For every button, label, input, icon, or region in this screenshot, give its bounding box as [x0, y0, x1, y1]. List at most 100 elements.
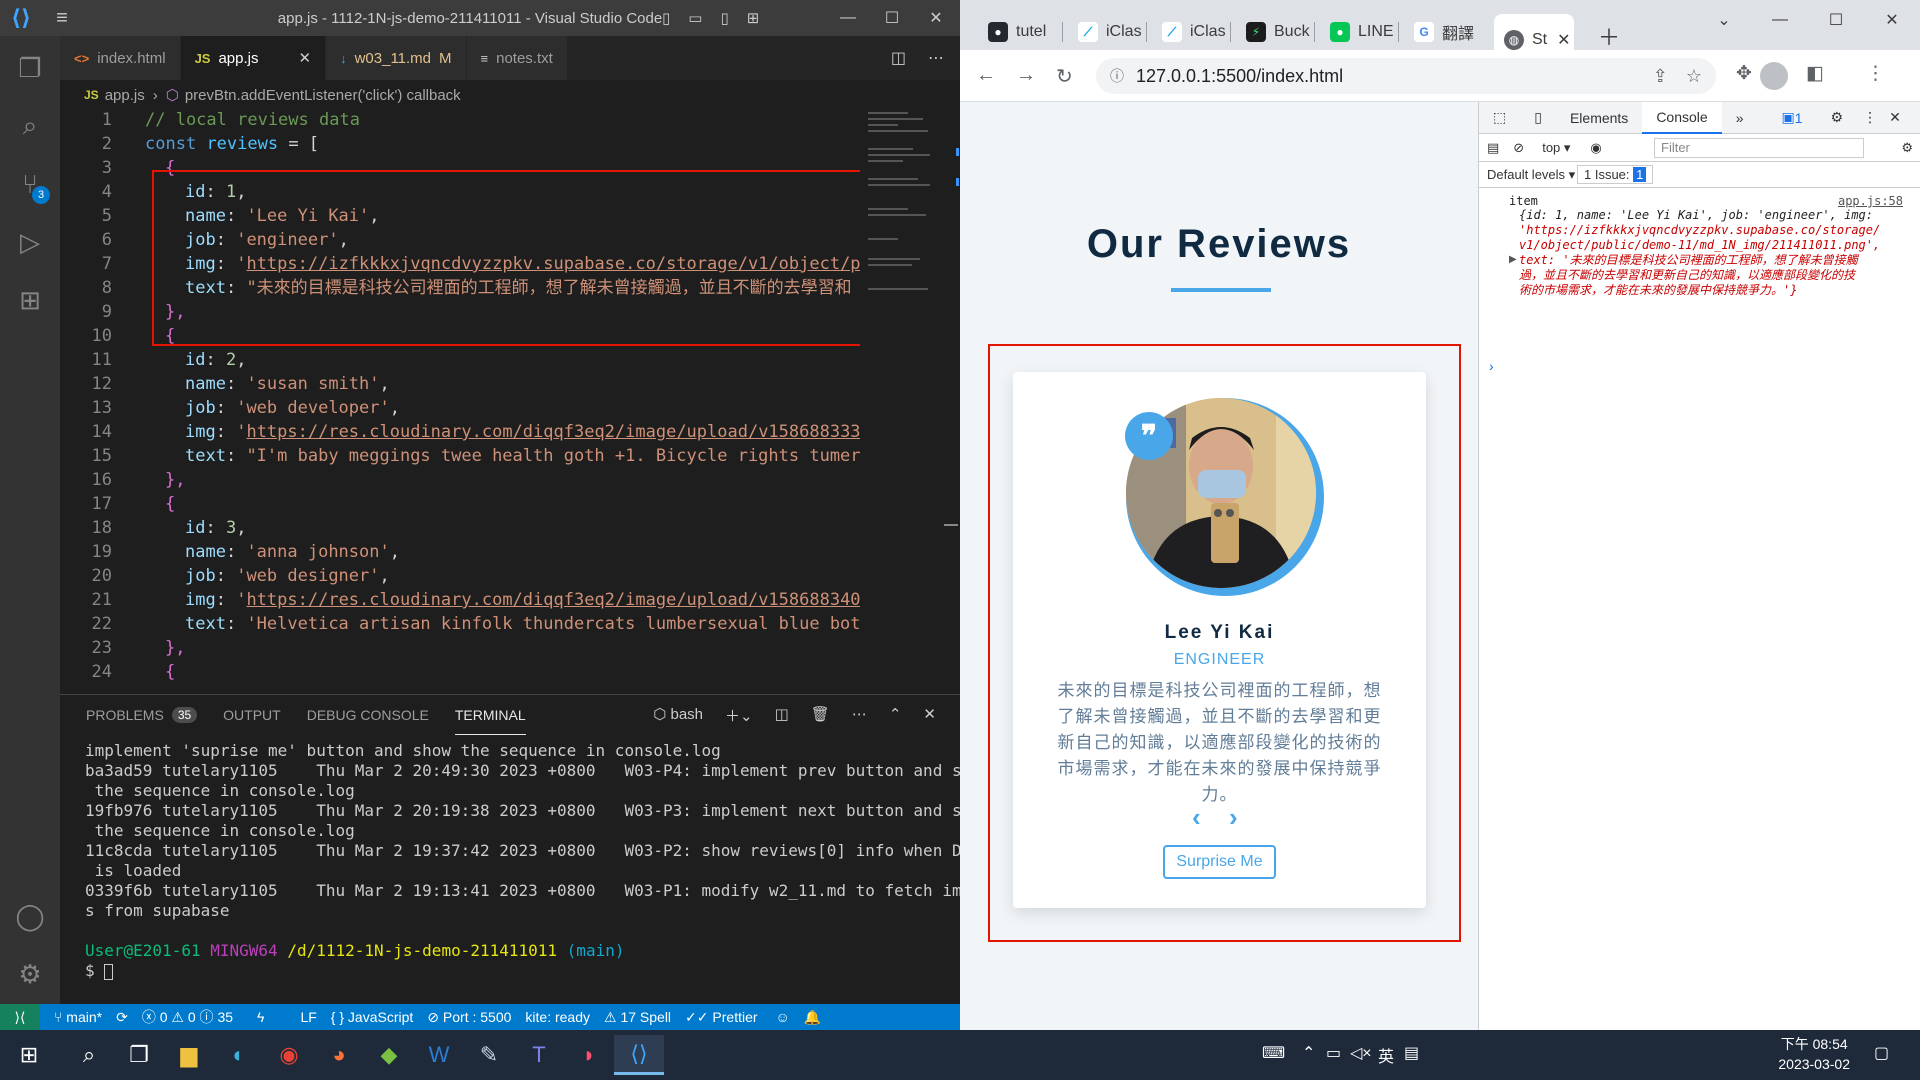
reload-icon[interactable]: ↻	[1056, 64, 1073, 89]
next-button[interactable]: ›	[1229, 802, 1238, 833]
tab-elements[interactable]: Elements	[1556, 102, 1642, 134]
toggle-panel-icon[interactable]: ▭	[688, 9, 702, 27]
settings-gear-icon[interactable]: ⚙	[0, 946, 60, 1002]
kite-status[interactable]: kite: ready	[525, 1009, 590, 1025]
url-link[interactable]: https://res.cloudinary.com/diqqf3eq2/ima…	[246, 590, 860, 610]
volume-icon[interactable]: ◁×	[1350, 1043, 1372, 1063]
tab-problems[interactable]: PROBLEMS 35	[86, 695, 198, 735]
breadcrumb-symbol[interactable]: prevBtn.addEventListener('click') callba…	[185, 87, 461, 104]
devtools-menu-icon[interactable]: ⋮	[1857, 102, 1883, 134]
browser-tab[interactable]: ⟋ iClas	[1068, 14, 1142, 50]
browser-tab[interactable]: ● tutel	[978, 14, 1046, 50]
lightning-icon[interactable]: ϟ	[257, 1009, 264, 1025]
maximize-icon[interactable]: ☐	[868, 0, 916, 36]
menu-kebab-icon[interactable]: ⋮	[1866, 62, 1885, 85]
live-server-status[interactable]: ⊘ Port : 5500	[427, 1009, 511, 1026]
task-view-icon[interactable]: ❐	[114, 1035, 164, 1075]
tab-search-icon[interactable]: ⌄	[1696, 0, 1752, 40]
paint-icon[interactable]: ✎	[464, 1035, 514, 1075]
language-status[interactable]: { } JavaScript	[331, 1009, 414, 1025]
sync-icon[interactable]: ⟳	[116, 1009, 128, 1026]
problems-status[interactable]: ⓧ 0 ⚠ 0 ⓘ 35	[142, 1007, 233, 1027]
start-windows-icon[interactable]: ⊞	[4, 1035, 54, 1075]
share-icon[interactable]: ⇪	[1653, 66, 1668, 87]
file-explorer-icon[interactable]: ▆	[164, 1035, 214, 1075]
close-icon[interactable]: ✕	[1864, 0, 1920, 40]
address-bar[interactable]: ⓘ 127.0.0.1:5500/index.html ⇪ ☆	[1096, 58, 1716, 94]
tab-app-js[interactable]: JS app.js ✕	[180, 36, 327, 80]
firefox-icon[interactable]: ◕	[314, 1035, 364, 1075]
editor-scrollbar[interactable]	[944, 108, 959, 688]
kill-terminal-icon[interactable]: 🗑	[811, 705, 830, 726]
notification-center-icon[interactable]: ▢	[1874, 1043, 1889, 1063]
minimize-icon[interactable]: —	[1752, 0, 1808, 40]
browser-tab[interactable]: ⟋ iClas	[1152, 14, 1226, 50]
word-icon[interactable]: W	[414, 1035, 464, 1075]
issues-button[interactable]: 1 Issue: 1	[1577, 165, 1654, 184]
tray-chevron-icon[interactable]: ⌃	[1302, 1043, 1315, 1063]
prettier-status[interactable]: ✓✓ Prettier	[685, 1009, 757, 1026]
tab-output[interactable]: OUTPUT	[223, 695, 281, 735]
eol-status[interactable]: LF	[300, 1009, 316, 1025]
console-filter-input[interactable]: Filter	[1654, 138, 1864, 158]
url-link[interactable]: https://res.cloudinary.com/diqqf3eq2/ima…	[246, 422, 860, 442]
context-selector[interactable]: top ▾	[1542, 140, 1570, 156]
device-toolbar-icon[interactable]: ▯	[1520, 102, 1556, 134]
explorer-icon[interactable]: ❐	[0, 40, 60, 96]
surprise-me-button[interactable]: Surprise Me	[1163, 845, 1276, 879]
minimap[interactable]	[860, 108, 940, 688]
gitkraken-icon[interactable]: ◆	[364, 1035, 414, 1075]
forward-icon[interactable]: →	[1016, 64, 1036, 87]
console-settings-icon[interactable]: ⚙	[1901, 140, 1913, 156]
notifications-icon[interactable]: 🔔	[804, 1009, 821, 1026]
console-prompt[interactable]: ›	[1489, 358, 1494, 374]
customize-layout-icon[interactable]: ⊞	[747, 9, 760, 27]
more-tabs-icon[interactable]: »	[1722, 102, 1758, 134]
bookmark-star-icon[interactable]: ☆	[1686, 66, 1702, 87]
ime-indicator[interactable]: 英	[1378, 1043, 1394, 1067]
side-panel-icon[interactable]: ◧	[1806, 62, 1824, 85]
live-expression-eye-icon[interactable]: ◉	[1590, 140, 1601, 156]
feedback-icon[interactable]: ☺	[776, 1009, 790, 1025]
account-icon[interactable]: ◯	[0, 888, 60, 944]
tab-w03-11-md[interactable]: ↓ w03_11.md M	[326, 36, 467, 80]
search-icon[interactable]: ⌕	[64, 1035, 114, 1075]
search-icon[interactable]: ⌕	[0, 98, 60, 154]
close-icon[interactable]: ✕	[912, 0, 960, 36]
menu-icon[interactable]: ≡	[42, 7, 82, 30]
close-tab-icon[interactable]: ✕	[1557, 30, 1570, 50]
toggle-sidebar-icon[interactable]: ▯	[662, 9, 670, 27]
ime-mode-icon[interactable]: ▤	[1404, 1043, 1419, 1063]
tab-console[interactable]: Console	[1642, 101, 1722, 134]
branch-status[interactable]: ⑂ main*	[54, 1009, 102, 1025]
expand-arrow-icon[interactable]: ▶	[1509, 254, 1517, 265]
terminal-input[interactable]: $	[85, 961, 955, 981]
taskbar-clock[interactable]: 下午 08:54 2023-03-02	[1778, 1034, 1850, 1074]
site-info-icon[interactable]: ⓘ	[1110, 66, 1124, 86]
keyboard-icon[interactable]: ⌨	[1262, 1043, 1285, 1063]
close-panel-icon[interactable]: ✕	[923, 705, 936, 726]
new-tab-icon[interactable]: ＋	[1598, 20, 1620, 52]
spell-status[interactable]: ⚠ 17 Spell	[604, 1009, 671, 1026]
prev-button[interactable]: ‹	[1192, 802, 1201, 833]
tab-notes-txt[interactable]: ≡ notes.txt	[466, 36, 568, 80]
split-terminal-icon[interactable]: ◫	[775, 705, 789, 726]
split-editor-icon[interactable]: ◫	[891, 48, 906, 68]
edge-icon[interactable]: ◐	[214, 1035, 264, 1075]
teams-icon[interactable]: T	[514, 1035, 564, 1075]
more-actions-icon[interactable]: ⋯	[852, 705, 867, 726]
tab-index-html[interactable]: <> index.html	[60, 36, 181, 80]
maximize-icon[interactable]: ☐	[1808, 0, 1864, 40]
log-levels-dropdown[interactable]: Default levels ▾	[1487, 167, 1575, 183]
extensions-puzzle-icon[interactable]: ✥	[1736, 62, 1752, 85]
close-tab-icon[interactable]: ✕	[299, 49, 312, 67]
profile-avatar[interactable]	[1760, 62, 1788, 90]
maximize-panel-icon[interactable]: ⌃	[889, 705, 902, 726]
tab-debug-console[interactable]: DEBUG CONSOLE	[307, 695, 429, 735]
breadcrumb-file[interactable]: app.js	[105, 87, 145, 104]
devtools-settings-icon[interactable]: ⚙	[1817, 102, 1858, 134]
back-icon[interactable]: ←	[976, 64, 996, 87]
more-actions-icon[interactable]: ⋯	[928, 48, 944, 68]
chrome-icon[interactable]: ◉	[264, 1035, 314, 1075]
new-terminal-icon[interactable]: ＋⌄	[725, 705, 753, 726]
